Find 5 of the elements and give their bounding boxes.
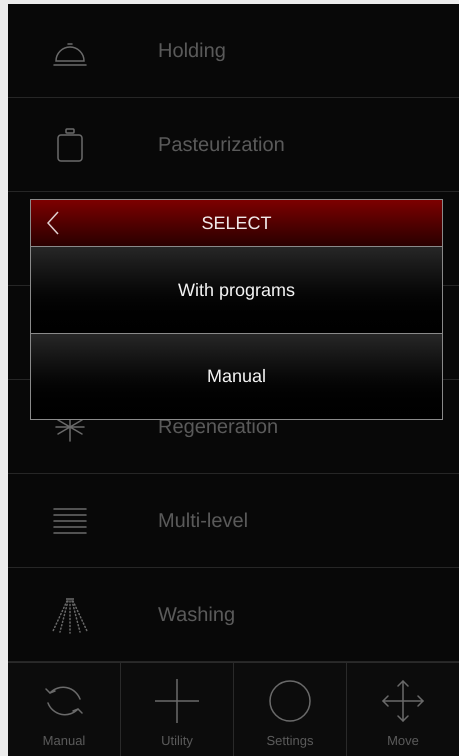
- dialog-title: SELECT: [201, 212, 272, 234]
- menu-item-label: Holding: [158, 38, 226, 64]
- menu-item-label: Washing: [158, 602, 236, 628]
- menu-item-label: Pasteurization: [158, 132, 285, 158]
- menu-item-label: Multi-level: [158, 508, 248, 534]
